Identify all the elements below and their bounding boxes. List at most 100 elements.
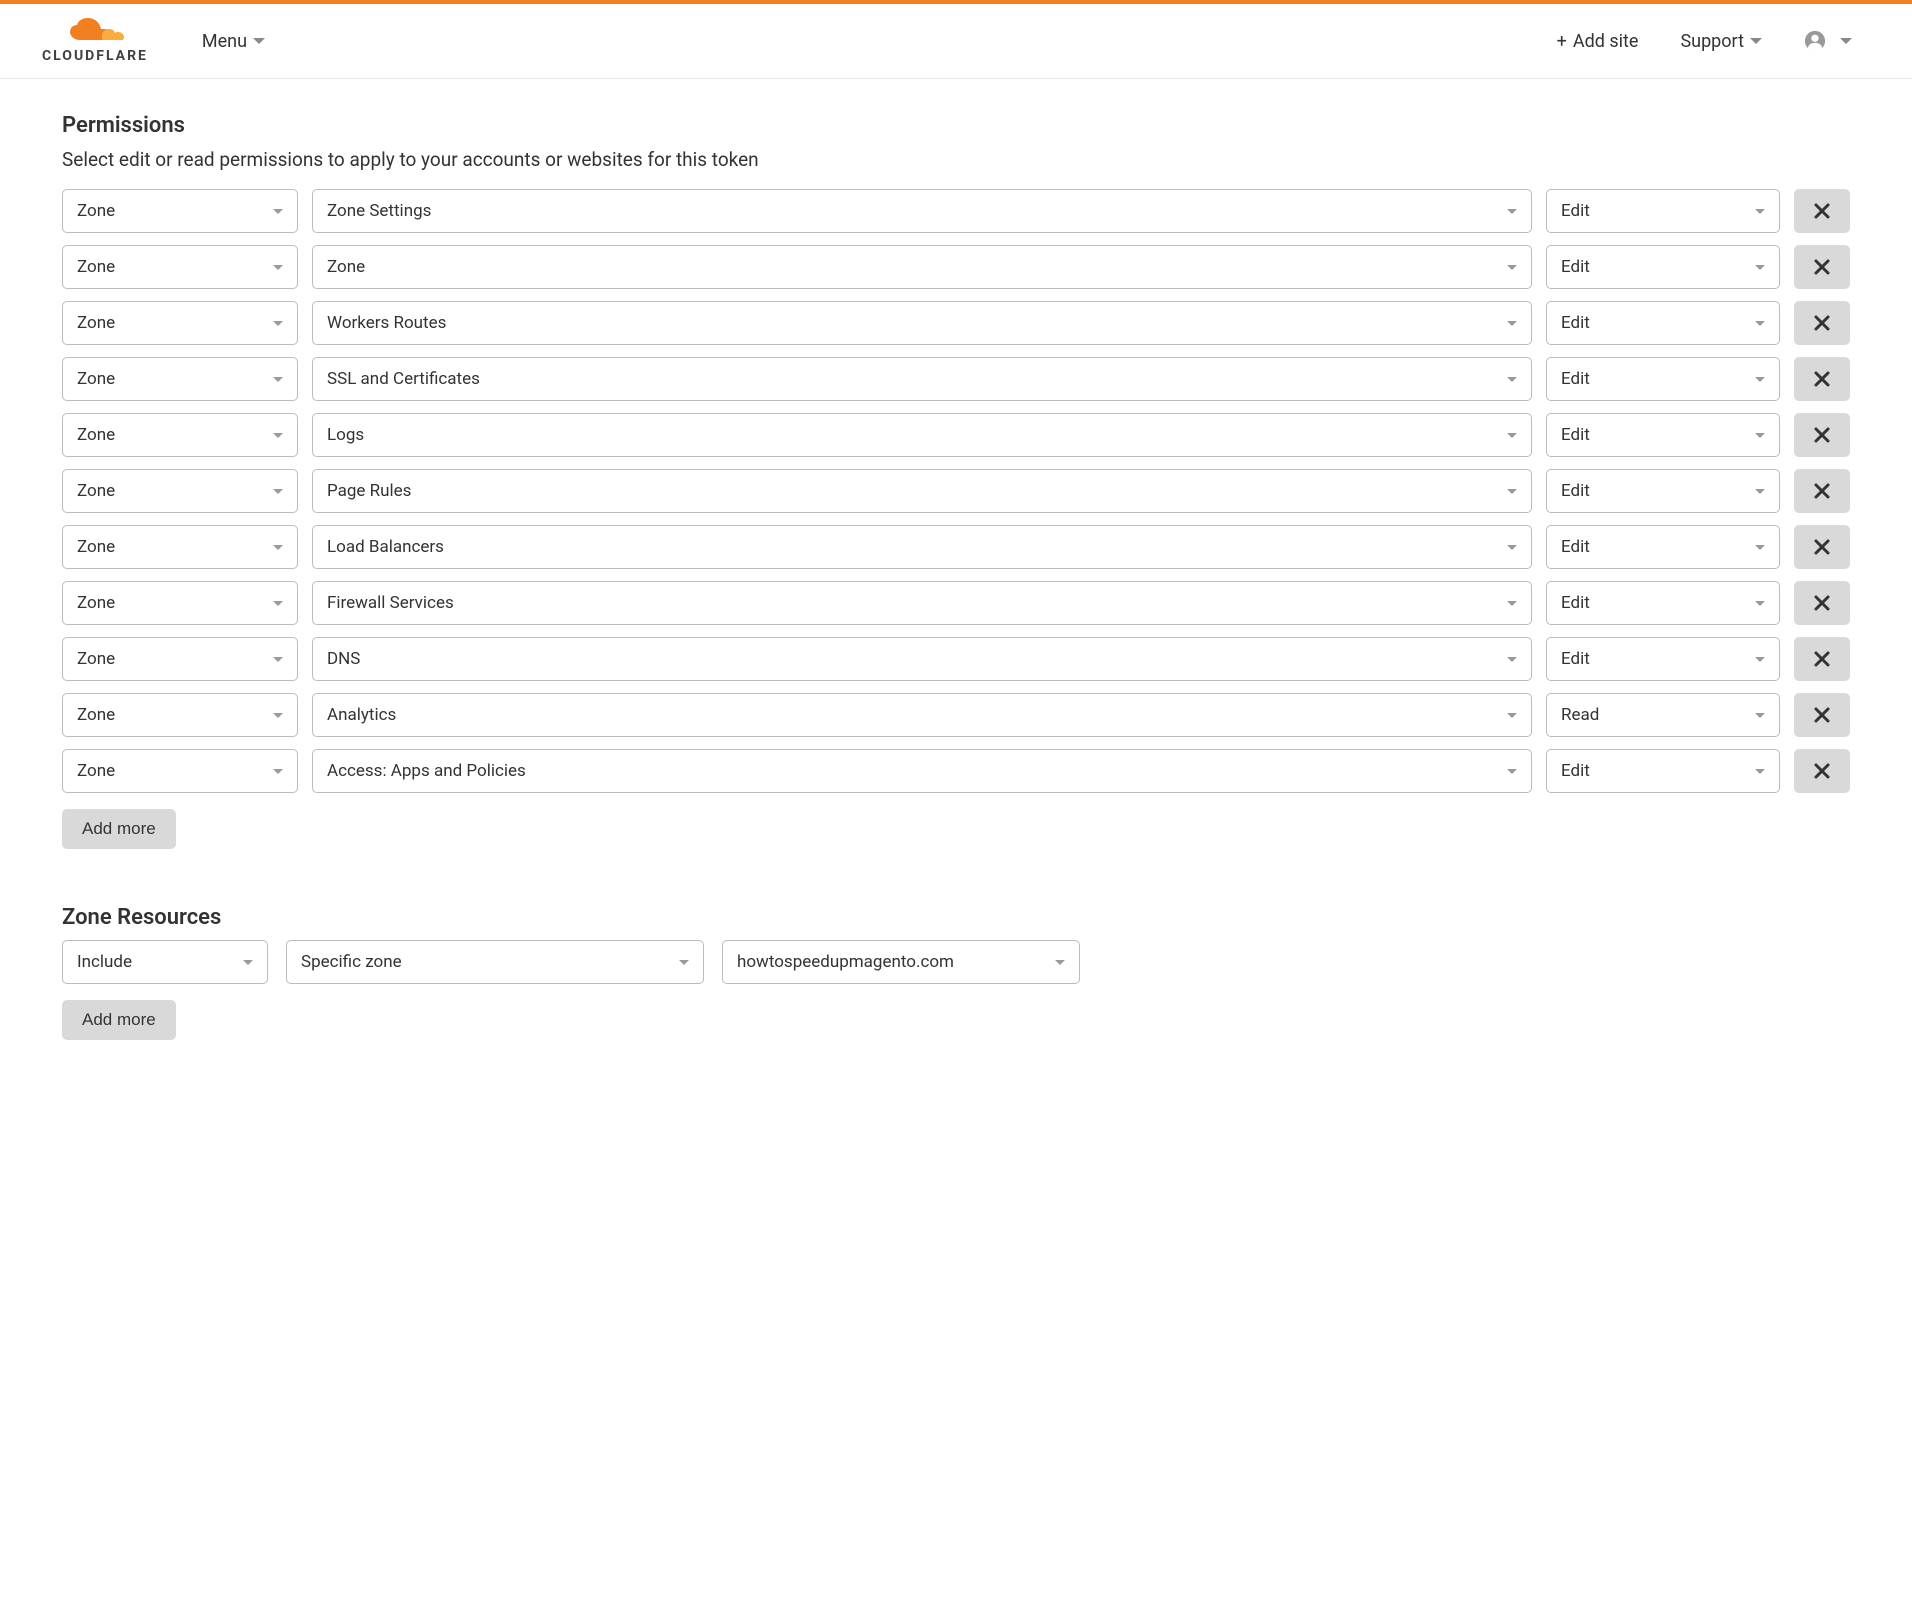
access-select[interactable]: Edit	[1546, 581, 1780, 625]
access-value: Edit	[1561, 257, 1590, 277]
caret-down-icon	[1507, 769, 1517, 774]
caret-down-icon	[1507, 601, 1517, 606]
access-value: Edit	[1561, 313, 1590, 333]
remove-row-button[interactable]	[1794, 581, 1850, 625]
scope-select[interactable]: Zone	[62, 749, 298, 793]
access-value: Edit	[1561, 425, 1590, 445]
zone-value: howtospeedupmagento.com	[737, 952, 954, 972]
add-site-button[interactable]: + Add site	[1557, 31, 1639, 52]
permission-select[interactable]: Analytics	[312, 693, 1532, 737]
permission-select[interactable]: Access: Apps and Policies	[312, 749, 1532, 793]
permission-select[interactable]: Zone Settings	[312, 189, 1532, 233]
header-left: CLOUDFLARE Menu	[42, 18, 265, 64]
add-site-label: Add site	[1573, 31, 1639, 52]
permission-select[interactable]: Logs	[312, 413, 1532, 457]
permission-row: Zone Zone Edit	[62, 245, 1850, 289]
access-select[interactable]: Edit	[1546, 301, 1780, 345]
remove-row-button[interactable]	[1794, 749, 1850, 793]
permission-value: Logs	[327, 425, 364, 445]
remove-row-button[interactable]	[1794, 189, 1850, 233]
access-value: Edit	[1561, 593, 1590, 613]
permission-row: Zone Page Rules Edit	[62, 469, 1850, 513]
remove-row-button[interactable]	[1794, 301, 1850, 345]
caret-down-icon	[1507, 321, 1517, 326]
access-select[interactable]: Read	[1546, 693, 1780, 737]
scope-select[interactable]: Zone	[62, 301, 298, 345]
close-icon	[1814, 427, 1830, 443]
permission-select[interactable]: Firewall Services	[312, 581, 1532, 625]
user-menu[interactable]	[1804, 30, 1852, 52]
access-select[interactable]: Edit	[1546, 749, 1780, 793]
scope-value: Zone	[77, 705, 115, 725]
permission-value: Load Balancers	[327, 537, 444, 557]
access-select[interactable]: Edit	[1546, 413, 1780, 457]
permission-row: Zone Load Balancers Edit	[62, 525, 1850, 569]
access-select[interactable]: Edit	[1546, 245, 1780, 289]
permissions-title: Permissions	[62, 113, 1850, 138]
permission-select[interactable]: SSL and Certificates	[312, 357, 1532, 401]
add-more-zone-button[interactable]: Add more	[62, 1000, 176, 1040]
permission-select[interactable]: Load Balancers	[312, 525, 1532, 569]
scope-value: Zone	[77, 537, 115, 557]
scope-select[interactable]: Zone	[62, 357, 298, 401]
caret-down-icon	[1507, 433, 1517, 438]
cloud-icon	[64, 18, 126, 46]
caret-down-icon	[1755, 545, 1765, 550]
scope-select[interactable]: Zone	[62, 245, 298, 289]
scope-value: Zone	[77, 369, 115, 389]
permission-select[interactable]: Workers Routes	[312, 301, 1532, 345]
permission-value: DNS	[327, 649, 360, 669]
access-select[interactable]: Edit	[1546, 637, 1780, 681]
caret-down-icon	[273, 265, 283, 270]
access-value: Edit	[1561, 761, 1590, 781]
zone-type-select[interactable]: Specific zone	[286, 940, 704, 984]
caret-down-icon	[1755, 265, 1765, 270]
remove-row-button[interactable]	[1794, 245, 1850, 289]
access-select[interactable]: Edit	[1546, 469, 1780, 513]
scope-select[interactable]: Zone	[62, 637, 298, 681]
remove-row-button[interactable]	[1794, 693, 1850, 737]
scope-select[interactable]: Zone	[62, 525, 298, 569]
scope-select[interactable]: Zone	[62, 693, 298, 737]
permission-value: Analytics	[327, 705, 396, 725]
permission-select[interactable]: Page Rules	[312, 469, 1532, 513]
permission-value: Workers Routes	[327, 313, 446, 333]
close-icon	[1814, 371, 1830, 387]
scope-select[interactable]: Zone	[62, 189, 298, 233]
permission-value: Zone Settings	[327, 201, 431, 221]
access-select[interactable]: Edit	[1546, 357, 1780, 401]
caret-down-icon	[1755, 657, 1765, 662]
menu-dropdown[interactable]: Menu	[202, 31, 265, 52]
access-value: Edit	[1561, 649, 1590, 669]
remove-row-button[interactable]	[1794, 637, 1850, 681]
include-value: Include	[77, 952, 132, 972]
caret-down-icon	[273, 713, 283, 718]
cloudflare-logo[interactable]: CLOUDFLARE	[42, 18, 148, 64]
include-select[interactable]: Include	[62, 940, 268, 984]
permission-select[interactable]: Zone	[312, 245, 1532, 289]
remove-row-button[interactable]	[1794, 469, 1850, 513]
permission-value: Access: Apps and Policies	[327, 761, 526, 781]
caret-down-icon	[1507, 713, 1517, 718]
scope-select[interactable]: Zone	[62, 413, 298, 457]
access-select[interactable]: Edit	[1546, 189, 1780, 233]
permission-select[interactable]: DNS	[312, 637, 1532, 681]
remove-row-button[interactable]	[1794, 413, 1850, 457]
caret-down-icon	[273, 601, 283, 606]
caret-down-icon	[253, 38, 265, 44]
add-more-permission-button[interactable]: Add more	[62, 809, 176, 849]
close-icon	[1814, 651, 1830, 667]
zone-select[interactable]: howtospeedupmagento.com	[722, 940, 1080, 984]
access-value: Read	[1561, 705, 1599, 725]
header: CLOUDFLARE Menu + Add site Support	[0, 4, 1912, 79]
remove-row-button[interactable]	[1794, 357, 1850, 401]
access-value: Edit	[1561, 537, 1590, 557]
permission-row: Zone Workers Routes Edit	[62, 301, 1850, 345]
caret-down-icon	[1507, 545, 1517, 550]
support-dropdown[interactable]: Support	[1680, 31, 1762, 52]
close-icon	[1814, 259, 1830, 275]
scope-select[interactable]: Zone	[62, 581, 298, 625]
access-select[interactable]: Edit	[1546, 525, 1780, 569]
remove-row-button[interactable]	[1794, 525, 1850, 569]
scope-select[interactable]: Zone	[62, 469, 298, 513]
